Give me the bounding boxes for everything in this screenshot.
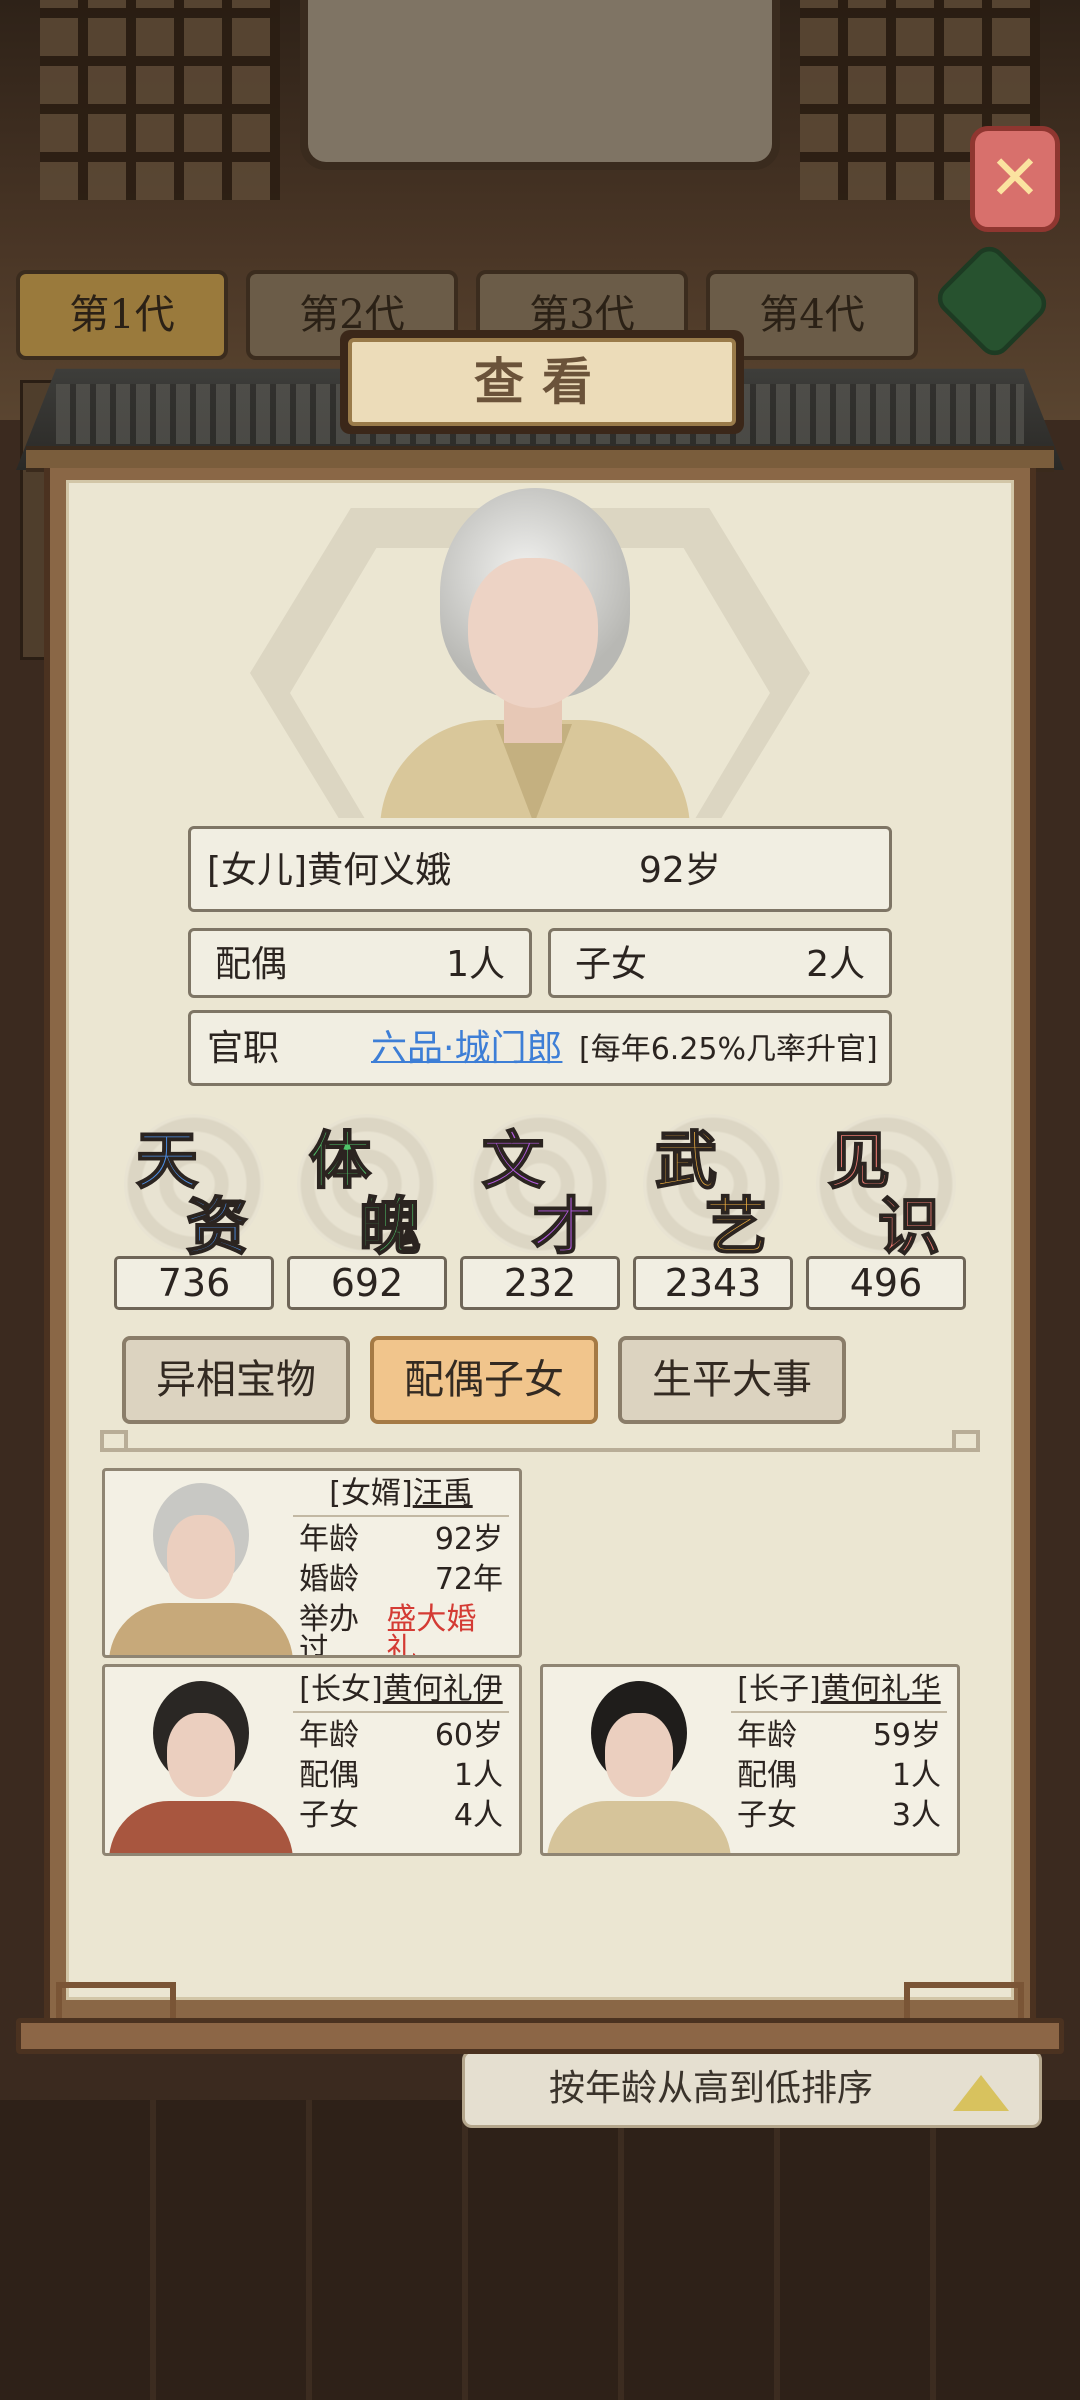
info-label: 配偶 bbox=[737, 1758, 797, 1793]
relative-title: [长子]黄何礼华 bbox=[731, 1675, 947, 1713]
info-value: 4人 bbox=[453, 1798, 503, 1833]
info-row: 举办过 盛大婚礼 bbox=[293, 1602, 509, 1658]
stat-char-2: 资 bbox=[185, 1189, 249, 1264]
character-age: 92岁 bbox=[639, 850, 721, 891]
info-label: 年龄 bbox=[299, 1718, 359, 1753]
relative-name-link[interactable]: 黄何礼华 bbox=[821, 1672, 941, 1707]
close-button[interactable]: ✕ bbox=[970, 126, 1060, 232]
stat-char-2: 艺 bbox=[704, 1189, 768, 1264]
relative-tag: [长子] bbox=[737, 1672, 821, 1707]
avatar bbox=[109, 1673, 293, 1853]
fret-ornament-right bbox=[904, 1982, 1024, 2022]
avatar bbox=[109, 1475, 293, 1655]
relative-title: [女婿]汪禹 bbox=[293, 1479, 509, 1517]
relative-name-link[interactable]: 黄何礼伊 bbox=[383, 1672, 503, 1707]
children-label: 子女 bbox=[575, 944, 648, 985]
children-count: 2人 bbox=[806, 944, 865, 985]
info-row: 年龄 60岁 bbox=[293, 1721, 509, 1753]
stat-value: 2343 bbox=[633, 1256, 793, 1310]
stat-aptitude: 天 资 736 bbox=[114, 1110, 274, 1310]
relative-card-eldest-son[interactable]: [长子]黄何礼华 年龄 59岁 配偶 1人 子女 3人 bbox=[540, 1664, 960, 1856]
info-row: 配偶 1人 bbox=[731, 1761, 947, 1793]
scroll-base bbox=[16, 2018, 1064, 2054]
divider-cap-left bbox=[100, 1430, 128, 1452]
stat-knowledge: 见 识 496 bbox=[806, 1110, 966, 1310]
stat-martial: 武 艺 2343 bbox=[633, 1110, 793, 1310]
info-row: 子女 3人 bbox=[731, 1801, 947, 1833]
character-name: [女儿]黄何义娥 bbox=[207, 850, 452, 891]
info-label: 举办过 bbox=[299, 1602, 359, 1658]
stat-char-2: 识 bbox=[877, 1189, 941, 1264]
fret-ornament-left bbox=[56, 1982, 176, 2022]
info-label: 子女 bbox=[299, 1798, 359, 1833]
title-plaque: 查看 bbox=[340, 330, 744, 434]
lattice-window-left bbox=[40, 0, 280, 200]
info-row: 年龄 59岁 bbox=[731, 1721, 947, 1753]
info-row: 年龄 92岁 bbox=[293, 1525, 509, 1557]
info-value: 72年 bbox=[434, 1562, 503, 1597]
dialog-title: 查看 bbox=[348, 338, 736, 426]
tab-treasures[interactable]: 异相宝物 bbox=[122, 1336, 350, 1424]
stat-char-2: 魄 bbox=[358, 1189, 422, 1264]
office-box: 官职 六品·城门郎 [每年6.25%几率升官] bbox=[188, 1010, 892, 1086]
stat-literary: 文 才 232 bbox=[460, 1110, 620, 1310]
relative-title: [长女]黄何礼伊 bbox=[293, 1675, 509, 1713]
tab-life-events[interactable]: 生平大事 bbox=[618, 1336, 846, 1424]
info-label: 年龄 bbox=[737, 1718, 797, 1753]
stat-value: 692 bbox=[287, 1256, 447, 1310]
avatar bbox=[547, 1673, 731, 1853]
info-value: 3人 bbox=[891, 1798, 941, 1833]
tab-spouse-children[interactable]: 配偶子女 bbox=[370, 1336, 598, 1424]
character-portrait bbox=[250, 488, 810, 818]
triangle-up-icon bbox=[953, 2075, 1009, 2111]
office-label: 官职 bbox=[207, 1028, 280, 1069]
spouse-label: 配偶 bbox=[215, 944, 288, 985]
info-row: 婚龄 72年 bbox=[293, 1565, 509, 1597]
info-label: 配偶 bbox=[299, 1758, 359, 1793]
info-label: 婚龄 bbox=[299, 1562, 359, 1597]
info-value: 1人 bbox=[891, 1758, 941, 1793]
painting-window bbox=[300, 0, 780, 170]
stat-value: 496 bbox=[806, 1256, 966, 1310]
relative-card-eldest-daughter[interactable]: [长女]黄何礼伊 年龄 60岁 配偶 1人 子女 4人 bbox=[102, 1664, 522, 1856]
relative-name-link[interactable]: 汪禹 bbox=[413, 1476, 473, 1511]
relative-tag: [女婿] bbox=[329, 1476, 413, 1511]
info-value: 92岁 bbox=[434, 1522, 503, 1557]
info-row: 子女 4人 bbox=[293, 1801, 509, 1833]
relative-tag: [长女] bbox=[299, 1672, 383, 1707]
info-label: 子女 bbox=[737, 1798, 797, 1833]
info-value: 60岁 bbox=[434, 1718, 503, 1753]
stat-value: 736 bbox=[114, 1256, 274, 1310]
promotion-chance: [每年6.25%几率升官] bbox=[579, 1032, 878, 1067]
stat-char-2: 才 bbox=[531, 1189, 595, 1264]
wedding-badge: 盛大婚礼 bbox=[386, 1602, 477, 1658]
office-rank-link[interactable]: 六品·城门郎 bbox=[371, 1031, 562, 1067]
info-row: 配偶 1人 bbox=[293, 1761, 509, 1793]
info-label: 年龄 bbox=[299, 1522, 359, 1557]
name-box: [女儿]黄何义娥 92岁 bbox=[188, 826, 892, 912]
spouse-box: 配偶 1人 bbox=[188, 928, 532, 998]
divider-cap-right bbox=[952, 1430, 980, 1452]
section-divider bbox=[100, 1448, 980, 1452]
info-value: 1人 bbox=[453, 1758, 503, 1793]
info-value: 59岁 bbox=[872, 1718, 941, 1753]
spouse-count: 1人 bbox=[446, 944, 505, 985]
stat-physique: 体 魄 692 bbox=[287, 1110, 447, 1310]
children-box: 子女 2人 bbox=[548, 928, 892, 998]
floor-panels bbox=[0, 2100, 1080, 2400]
stat-value: 232 bbox=[460, 1256, 620, 1310]
relative-card-son-in-law[interactable]: [女婿]汪禹 年龄 92岁 婚龄 72年 举办过 盛大婚礼 bbox=[102, 1468, 522, 1658]
portrait-face bbox=[468, 558, 598, 708]
